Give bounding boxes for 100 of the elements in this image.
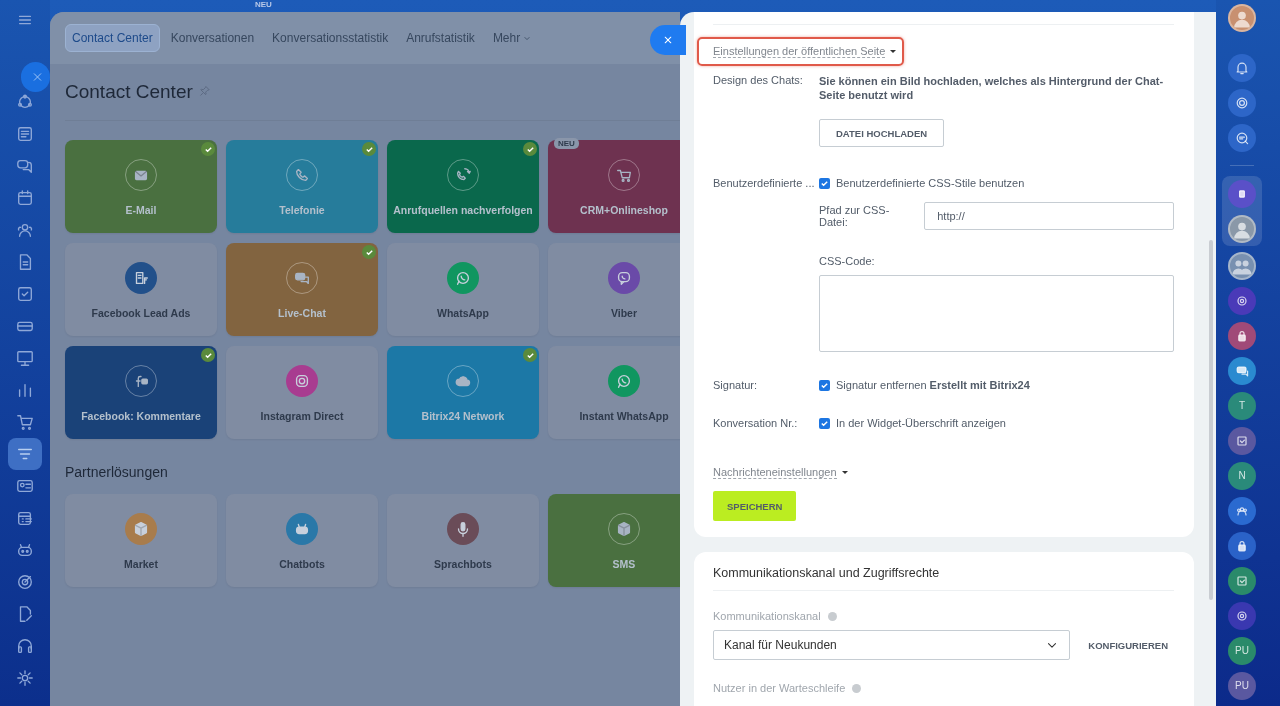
tab[interactable]: Contact Center [65,24,160,52]
target-icon [16,573,34,591]
channel-tile[interactable]: Facebook: Kommentare [65,346,217,439]
sidebar-button[interactable] [1228,531,1256,560]
channel-tile[interactable]: E-Mail [65,140,217,233]
tile-label: CRM+Onlineshop [580,204,668,216]
chat-avatar[interactable]: PU [1228,636,1256,665]
field-label: Signatur: [713,379,759,391]
chat-avatar[interactable]: PU [1228,671,1256,700]
presentation-icon [16,349,34,367]
card-title: Kommunikationskanal und Zugriffsrechte [713,566,1174,591]
calendar-list-icon [16,509,34,527]
checkbox-label: In der Widget-Überschrift anzeigen [836,417,1006,429]
section-title: Partnerlösungen [65,464,169,480]
channel-tile[interactable]: Anrufquellen nachverfolgen [387,140,539,233]
new-label: NEU [255,0,272,10]
pin-icon [198,85,211,97]
tab[interactable]: Konversationen [163,24,262,52]
configure-button[interactable]: KONFIGURIEREN [1082,638,1174,652]
close-button[interactable] [20,62,50,92]
tile-label: Telefonie [279,204,325,216]
robot-icon [16,541,34,559]
sidebar-button[interactable] [1228,496,1256,525]
sidebar-button[interactable] [1228,179,1256,208]
tile-label: SMS [612,558,636,570]
save-button[interactable]: SPEICHERN [713,491,797,521]
channel-tile[interactable]: SMS [548,494,680,587]
checkbox-label: Signatur entfernen Erstellt mit Bitrix24 [836,379,1030,391]
channel-tile[interactable]: Facebook Lead Ads [65,243,217,336]
tile-label: Instant WhatsApp [579,410,669,422]
tile-label: Market [124,558,158,570]
tab[interactable]: Anrufstatistik [399,24,482,52]
chat-avatar[interactable]: T [1228,391,1256,420]
people-icon [16,221,34,239]
sidebar-button[interactable] [1228,321,1256,350]
sidebar-button[interactable] [1228,123,1256,152]
channel-select[interactable]: Kanal für Neukunden [713,630,1071,660]
sidebar-button[interactable] [1228,566,1256,595]
instagram-icon [293,372,311,390]
avatar[interactable] [1228,4,1256,32]
css-path-input[interactable]: http:// [924,202,1174,230]
tab[interactable]: Konversationsstatistik [265,24,396,52]
tile-label: Chatbots [279,558,325,570]
field-label: Konversation Nr.: [713,417,799,429]
sidebar-button[interactable] [1228,286,1256,315]
chevron-down-icon [523,34,532,42]
channel-tile[interactable]: Sprachbots [387,494,539,587]
section-toggle[interactable]: Einstellungen der öffentlichen Seite [697,37,905,66]
checkbox[interactable] [819,177,830,189]
whatsapp-icon [454,269,472,287]
channel-tile[interactable]: Live-Chat [226,243,378,336]
upload-button[interactable]: DATEI HOCHLADEN [819,119,945,147]
tile-label: E-Mail [125,204,157,216]
chat-avatar[interactable]: N [1228,461,1256,490]
sidebar-button[interactable] [1228,601,1256,630]
sidebar-button[interactable] [1228,356,1256,385]
group-avatar[interactable] [1228,251,1256,280]
section-toggle[interactable]: Nachrichteneinstellungen [713,460,854,485]
field-label: Design des Chats: [713,74,804,88]
checkbox-icon [16,285,34,303]
tile-label: Live-Chat [278,307,326,319]
sidebar-button[interactable] [1228,53,1256,82]
tile-label: Anrufquellen nachverfolgen [393,204,533,216]
upload-hint: Sie können ein Bild hochladen, welches als Hintergrund der Chat-Seite benutzt wird [819,74,1165,102]
channel-tile[interactable]: Instagram Direct [226,346,378,439]
tile-label: Facebook Lead Ads [91,307,191,319]
channel-tile[interactable]: WhatsApp [387,243,539,336]
avatar[interactable] [1228,214,1256,243]
field-label: Kommunikationskanal [713,610,821,622]
new-badge: NEU [554,138,579,149]
calendar-icon [16,189,34,207]
circle-dots-icon [16,93,34,111]
settings-icon [16,669,34,687]
viber-icon [615,269,633,287]
channel-tile[interactable]: NEU CRM+Onlineshop [548,140,680,233]
sidebar-button[interactable] [1228,88,1256,117]
sidebar-item[interactable] [8,438,42,470]
checkbox[interactable] [819,417,830,429]
tile-label: WhatsApp [437,307,489,319]
checkbox[interactable] [819,379,830,391]
tile-label: Viber [610,307,638,319]
field-label: Pfad zur CSS-Datei: [819,204,891,228]
checkbox-label: Benutzerdefinierte CSS-Stile benutzen [836,177,1025,189]
phone-icon [293,166,311,184]
channel-tile[interactable]: Market [65,494,217,587]
headset-icon [16,637,34,655]
channel-tile[interactable]: Telefonie [226,140,378,233]
channel-tile[interactable]: Chatbots [226,494,378,587]
channel-tile[interactable]: Viber [548,243,680,336]
tab[interactable]: Mehr [485,24,539,52]
sidebar-button[interactable] [1228,426,1256,455]
field-label: Benutzerdefinierte ... [713,177,816,191]
page-title: Contact Center [65,81,193,103]
tile-label: Sprachbots [434,558,492,570]
channel-tile[interactable]: Instant WhatsApp [548,346,680,439]
chat-icon [16,157,34,175]
channel-tile[interactable]: Bitrix24 Network [387,346,539,439]
bar-chart-icon [16,381,34,399]
cart-icon [16,413,34,431]
tile-label: Instagram Direct [260,410,344,422]
